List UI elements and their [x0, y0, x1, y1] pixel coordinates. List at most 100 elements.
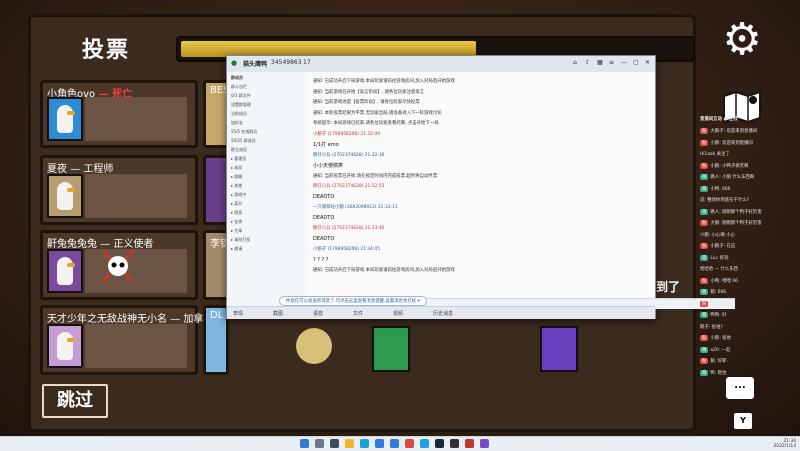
close-icon[interactable]: ✕: [645, 59, 650, 66]
stream-chat-text: 小鹅子: 在这: [710, 244, 736, 249]
member-tree-header: 群成员: [231, 75, 243, 80]
menu-icon[interactable]: ≡: [609, 59, 614, 66]
chat-tool-button[interactable]: 截图: [273, 310, 283, 317]
chat-tool-button[interactable]: 表情: [233, 310, 243, 317]
member-tree-item[interactable]: ▸ 请勿打扰: [231, 237, 250, 243]
stream-chat-line: 粉小鹅: 投他: [700, 335, 731, 341]
player-name: 夏夜 — 工程师: [47, 164, 114, 175]
chat-message: 通知: 当前游戏进度【投票阶段】, 请各位玩家尽快投票: [313, 100, 420, 105]
fan-badge: 粉: [700, 300, 709, 307]
chat-message: 小鹅子 (1798958208) 21:32:09: [313, 131, 381, 137]
stream-chat-text: Hi1aak 关注了: [700, 152, 730, 157]
home-icon[interactable]: ⌂: [573, 59, 577, 66]
mail-icon[interactable]: [390, 439, 399, 448]
chat-message: DEADTO: [313, 214, 335, 221]
stream-chat-text: 大鹅子: 欢迎来到直播间: [710, 129, 758, 134]
stream-chat-text: 说: 整场你到底在干什么?: [700, 198, 750, 203]
fan-badge: 粉: [700, 162, 709, 169]
chat-bubble-icon[interactable]: ...: [726, 377, 754, 399]
stream-chat-line: 粉小鸭: 嘿嘿 66: [700, 277, 738, 284]
member-tree-item[interactable]: 设置群管理: [231, 102, 251, 108]
member-tree-item[interactable]: ▸ 成员: [231, 165, 242, 171]
fan-badge: 萌: [700, 185, 709, 192]
member-tree-item[interactable]: 50/25 群成员: [231, 138, 256, 144]
chat-tool-button[interactable]: 语音: [313, 310, 323, 317]
chat-message: ? ? ? ?: [313, 256, 329, 263]
chat-message: DEADTO: [313, 193, 335, 200]
store-icon[interactable]: [375, 439, 384, 448]
player-avatar: [540, 326, 578, 372]
system-clock[interactable]: 21:34 2022/1/14: [773, 439, 796, 449]
stream-chat-text: 小鸭: 嘿嘿 66: [710, 278, 738, 284]
stream-chat-line: 萌鸭鸭: 好: [700, 312, 726, 318]
fan-badge: 粉: [700, 243, 709, 249]
stream-chat-text: 鹅: 666: [710, 290, 727, 295]
apps-icon[interactable]: ▦: [597, 59, 603, 66]
stream-chat-line: 萌 a20: 一起: [700, 346, 730, 353]
stream-chat-text: 小鹅: 投他: [710, 336, 731, 341]
stream-chat-line: 萌鸭: 稳住: [700, 369, 727, 376]
member-tree-item[interactable]: ▸ 管理员: [231, 156, 246, 162]
stream-chat-line: 哈哈哈 — 什么东西: [700, 266, 738, 272]
stream-chat-text: 小鹅: 欢迎来到直播间: [710, 140, 753, 146]
member-tree-item[interactable]: ▸ 群聊: [231, 174, 242, 180]
chat-tool-button[interactable]: 历史消息: [433, 310, 453, 317]
message-area: 通知: 已成功开启下局游戏,本局玩家请前往游戏房间,加入对局后开始游戏 通知: 当…: [307, 72, 735, 309]
player-card[interactable]: 夏夜 — 工程师: [40, 155, 198, 225]
member-tree-item[interactable]: 加好友: [231, 120, 243, 126]
member-tree-item[interactable]: ▸ 游戏中: [231, 192, 246, 198]
member-tree-item[interactable]: 55/5 在线群员: [231, 129, 257, 135]
vote-slot: [85, 174, 187, 218]
member-tree-item[interactable]: 群公告栏: [231, 84, 247, 90]
chat-message: 通知: 本轮投票结果为平票,无玩家出局,请准备进入下一轮游戏讨论: [313, 110, 442, 116]
chat-id: 34549863: [271, 59, 302, 66]
game-icon[interactable]: [465, 439, 474, 448]
chat-title: 猫头鹰鸭: [243, 61, 268, 68]
member-tree-item[interactable]: 0/3 群文件: [231, 93, 251, 99]
windows-start-icon[interactable]: [300, 439, 309, 448]
explorer-icon[interactable]: [345, 439, 354, 448]
edge-icon[interactable]: [360, 439, 369, 448]
share-icon[interactable]: ⇪: [585, 59, 590, 66]
stream-chat-line: 萌 Liu: 好玩: [700, 254, 729, 261]
qq-icon[interactable]: [420, 439, 429, 448]
chrome-icon[interactable]: [405, 439, 414, 448]
stream-chat-line: 粉小鹅子: 在这: [700, 243, 735, 249]
minimize-icon[interactable]: —: [621, 59, 627, 66]
member-tree-item[interactable]: ▸ 隐身: [231, 210, 242, 216]
gear-icon[interactable]: ⚙: [720, 18, 764, 62]
goose-icon: [57, 257, 75, 285]
skip-vote-button[interactable]: 跳过: [42, 384, 108, 418]
stream-chat-text: 哈哈哈 — 什么东西: [700, 267, 738, 272]
steam-icon[interactable]: [435, 439, 444, 448]
chat-logo-icon: ●: [231, 59, 238, 67]
stream-chat-line: 鹅子: 投谁?: [700, 324, 723, 330]
fan-badge: 粉: [700, 128, 709, 134]
member-tree-item[interactable]: 群主成员: [231, 147, 247, 153]
stream-chat-text: 鹅子: 投谁?: [700, 324, 723, 330]
maximize-icon[interactable]: ▢: [633, 59, 639, 66]
member-tree-item[interactable]: ▸ 其他: [231, 183, 242, 189]
fan-badge: 粉: [700, 277, 709, 284]
player-card[interactable]: 小角色ovo — 死亡: [40, 80, 198, 148]
chat-tool-button[interactable]: 视频: [393, 310, 403, 317]
dead-skull-icon: [100, 248, 136, 284]
goose-icon: [57, 105, 75, 133]
fan-badge: 萌: [700, 346, 709, 353]
member-tree-item[interactable]: ▸ 邀请: [231, 246, 242, 252]
search-icon[interactable]: [315, 439, 324, 448]
fan-badge: 粉: [700, 335, 709, 341]
chat-tool-button[interactable]: 文件: [353, 310, 363, 317]
stream-chat-text: 路人: 哈哈: [710, 301, 731, 307]
member-tree-item[interactable]: ▸ 离开: [231, 201, 242, 207]
member-tree-item[interactable]: ▸ 忙碌: [231, 228, 242, 234]
goose-icon: [57, 182, 75, 210]
stream-chat-text: 鸭: 稳住: [710, 370, 727, 376]
member-tree-item[interactable]: 当前成员: [231, 111, 247, 117]
member-tree-item[interactable]: ▸ 在线: [231, 219, 242, 225]
obs-icon[interactable]: [450, 439, 459, 448]
player-card[interactable]: 天才少年之无敌战神无小名 — 加拿大鹅: [40, 305, 223, 375]
taskview-icon[interactable]: [330, 439, 339, 448]
app-icon[interactable]: [480, 439, 489, 448]
new-message-notice[interactable]: 你现在可以发送新消息了,可点击这里查看消息提醒,设置消息免打扰 ▾: [279, 296, 427, 306]
